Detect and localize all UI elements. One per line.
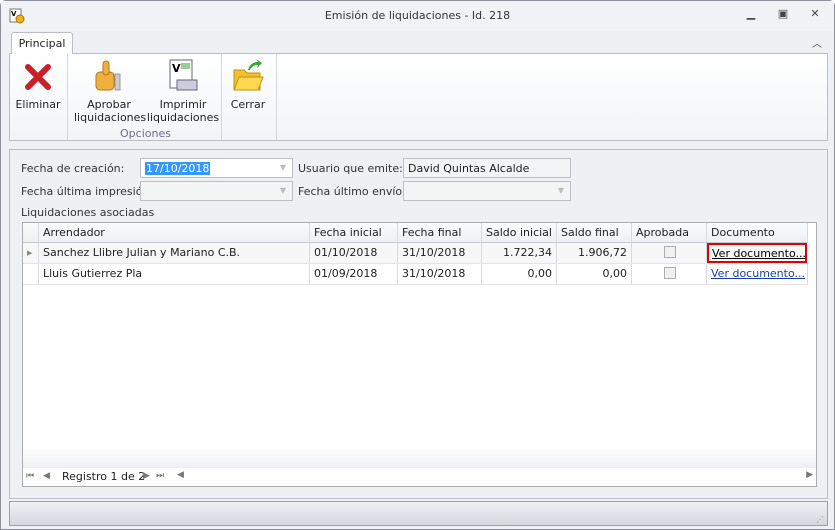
close-button[interactable]: ✕ xyxy=(805,7,825,23)
tab-principal[interactable]: Principal xyxy=(11,32,73,54)
chevron-down-icon[interactable]: ▼ xyxy=(274,182,292,200)
chevron-down-icon[interactable]: ▼ xyxy=(274,159,292,177)
ver-documento-link[interactable]: Ver documento... xyxy=(712,247,805,260)
cerrar-label: Cerrar xyxy=(230,98,266,111)
separator xyxy=(67,54,68,140)
cell-saldo-final: 0,00 xyxy=(557,264,632,284)
cell-documento: Ver documento... xyxy=(707,243,807,263)
fecha-impresion-label: Fecha última impresión: xyxy=(21,185,154,198)
cell-aprobada xyxy=(632,264,707,284)
next-record-icon[interactable]: ▶ xyxy=(143,471,150,481)
table-row[interactable]: Lluis Gutierrez Pla 01/09/2018 31/10/201… xyxy=(23,264,808,285)
separator xyxy=(276,54,277,140)
thumbs-up-icon xyxy=(94,58,124,94)
chevron-down-icon[interactable]: ▼ xyxy=(552,182,570,200)
fecha-envio-field[interactable]: ▼ xyxy=(403,181,571,201)
row-indicator-icon: ▶ xyxy=(23,243,39,263)
indicator-header xyxy=(23,223,39,242)
eliminar-button[interactable]: Eliminar xyxy=(14,58,62,111)
separator xyxy=(221,54,222,140)
svg-text:V: V xyxy=(172,62,181,75)
ribbon: Eliminar Aprobar liquidaciones V Imprimi… xyxy=(9,53,828,141)
fecha-creacion-value: 17/10/2018 xyxy=(145,162,211,175)
column-header-fecha-final[interactable]: Fecha final xyxy=(398,223,482,242)
window-title: Emisión de liquidaciones - Id. 218 xyxy=(324,9,511,22)
column-header-saldo-inicial[interactable]: Saldo inicial xyxy=(482,223,557,242)
liquidaciones-grid: Arrendador Fecha inicial Fecha final Sal… xyxy=(22,222,817,487)
fecha-creacion-field[interactable]: 17/10/2018 ▼ xyxy=(140,158,293,178)
cell-saldo-inicial: 0,00 xyxy=(482,264,557,284)
imprimir-label: Imprimir liquidaciones xyxy=(146,98,220,124)
table-row[interactable]: ▶ Sanchez Llibre Julian y Mariano C.B. 0… xyxy=(23,243,808,264)
usuario-field[interactable]: David Quintas Alcalde xyxy=(403,158,571,178)
cell-saldo-final: 1.906,72 xyxy=(557,243,632,263)
minimize-button[interactable]: ▁ xyxy=(741,7,761,23)
cell-documento: Ver documento... xyxy=(707,264,808,284)
column-header-documento[interactable]: Documento xyxy=(707,223,808,242)
usuario-label: Usuario que emite: xyxy=(298,162,403,175)
row-indicator xyxy=(23,264,39,284)
resize-grip-icon[interactable]: ⋰ xyxy=(816,515,824,524)
cell-fecha-inicial: 01/10/2018 xyxy=(310,243,398,263)
status-bar: ⋰ xyxy=(9,501,828,526)
cell-fecha-final: 31/10/2018 xyxy=(398,243,482,263)
scroll-left-icon[interactable]: ◀ xyxy=(177,470,184,480)
grid-label: Liquidaciones asociadas xyxy=(21,206,155,219)
print-document-icon: V xyxy=(167,58,199,94)
ver-documento-link[interactable]: Ver documento... xyxy=(711,267,805,280)
fecha-creacion-label: Fecha de creación: xyxy=(21,162,125,175)
aprobada-checkbox[interactable] xyxy=(664,267,676,279)
scroll-right-icon[interactable]: ▶ xyxy=(806,470,813,480)
folder-exit-icon xyxy=(232,58,264,94)
last-record-icon[interactable]: ⏭ xyxy=(156,471,164,481)
record-counter: Registro 1 de 2 xyxy=(59,470,149,483)
aprobar-label: Aprobar liquidaciones xyxy=(74,98,147,124)
window: V Emisión de liquidaciones - Id. 218 ▁ ▣… xyxy=(0,0,835,530)
horizontal-scrollbar[interactable]: ◀ ▶ xyxy=(175,470,815,484)
fecha-envio-label: Fecha último envío: xyxy=(298,185,406,198)
cell-fecha-final: 31/10/2018 xyxy=(398,264,482,284)
cell-saldo-inicial: 1.722,34 xyxy=(482,243,557,263)
column-header-fecha-inicial[interactable]: Fecha inicial xyxy=(310,223,398,242)
column-header-saldo-final[interactable]: Saldo final xyxy=(557,223,632,242)
first-record-icon[interactable]: ⏮ xyxy=(26,471,34,481)
aprobada-checkbox[interactable] xyxy=(664,246,676,258)
column-header-aprobada[interactable]: Aprobada xyxy=(632,223,707,242)
cell-aprobada xyxy=(632,243,707,263)
imprimir-button[interactable]: V Imprimir liquidaciones xyxy=(146,58,220,124)
cerrar-button[interactable]: Cerrar xyxy=(226,58,270,111)
group-label-opciones: Opciones xyxy=(120,127,171,140)
cell-arrendador: Lluis Gutierrez Pla xyxy=(39,264,310,284)
form-panel: Fecha de creación: 17/10/2018 ▼ Usuario q… xyxy=(9,149,828,499)
column-header-arrendador[interactable]: Arrendador xyxy=(39,223,310,242)
title-bar: V Emisión de liquidaciones - Id. 218 ▁ ▣… xyxy=(1,1,834,31)
ribbon-collapse-icon[interactable]: ︿ xyxy=(812,35,822,50)
prev-record-icon[interactable]: ◀ xyxy=(43,471,50,481)
cell-arrendador: Sanchez Llibre Julian y Mariano C.B. xyxy=(39,243,310,263)
aprobar-button[interactable]: Aprobar liquidaciones xyxy=(74,58,147,124)
restore-button[interactable]: ▣ xyxy=(773,7,793,23)
cell-fecha-inicial: 01/09/2018 xyxy=(310,264,398,284)
grid-header: Arrendador Fecha inicial Fecha final Sal… xyxy=(23,223,808,243)
grid-navigator: ⏮ ◀ Registro 1 de 2 ▶ ⏭ ◀ ▶ xyxy=(23,446,816,486)
delete-x-icon xyxy=(23,64,53,100)
fecha-impresion-field[interactable]: ▼ xyxy=(140,181,293,201)
